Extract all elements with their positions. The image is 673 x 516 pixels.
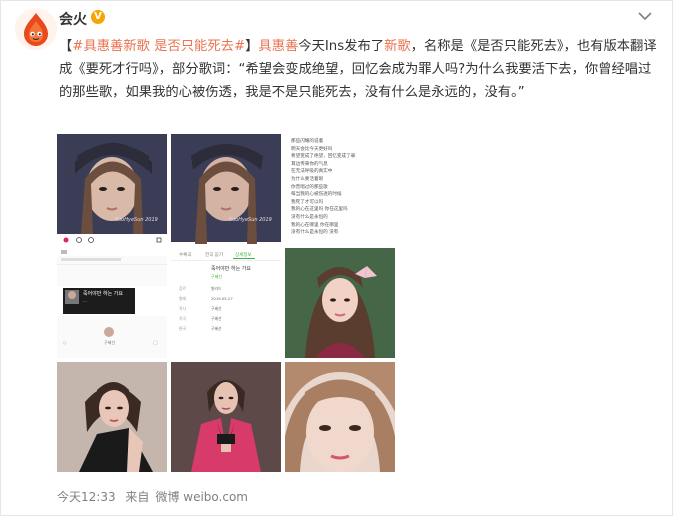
info-value: 2019.05.27 <box>211 296 233 301</box>
info-key: 작사 <box>179 306 186 311</box>
info-key: 편곡 <box>179 326 186 331</box>
lyrics-line: 我死了才可以吗 <box>291 199 324 205</box>
fire-mascot-icon <box>15 8 57 50</box>
lyrics-line: 每当我的心被伤透的时候 <box>291 192 342 198</box>
photo-caption-2: KooHyeSun 2019 <box>229 217 272 223</box>
info-value: 구혜선 <box>211 306 222 311</box>
info-value: 발라드 <box>211 286 222 291</box>
post-footer: 今天12:33 来自 微博 weibo.com <box>57 488 254 505</box>
tab-label-2: 전곡 듣기 <box>205 251 223 258</box>
hashtag-link-2[interactable]: 是否只能死去# <box>154 39 245 54</box>
thumbnail-6[interactable] <box>285 248 395 358</box>
portrait-photo-6 <box>285 362 395 472</box>
song-title-1: 죽어야만 하는 가요 <box>83 290 123 297</box>
thumbnail-2[interactable]: KooHyeSun 2019 <box>171 134 281 244</box>
new-song-link[interactable]: 新歌 <box>384 39 411 54</box>
source-prefix: 来自 <box>125 490 150 504</box>
lyrics-line: 没有什么是永恒的 没有 <box>291 230 339 236</box>
avatar[interactable] <box>15 8 57 50</box>
username[interactable]: 会火 <box>59 9 87 29</box>
music-app-screenshot-1: 죽어야만 하는 가요 ··· 구혜선 ◇ ▢ <box>57 248 167 358</box>
lyrics-line: 我的心在哪里 你在哪里 <box>291 222 339 228</box>
lyrics-line: 明天会比今天更好吗 <box>291 146 333 152</box>
info-key: 발매 <box>179 296 186 301</box>
lyrics-line: 你曾唱过的那些歌 <box>291 184 328 190</box>
verified-badge-icon: V <box>91 10 105 24</box>
portrait-photo-2: KooHyeSun 2019 <box>171 134 281 244</box>
lyrics-line: 在无法呼吸的真实中 <box>291 169 333 175</box>
lyrics-line: 那些闪耀的说着 <box>291 139 324 144</box>
lyrics-line: 没有什么是永恒的 <box>291 214 328 220</box>
portrait-photo-3 <box>285 248 395 358</box>
mention-link[interactable]: 具惠善 <box>258 39 298 54</box>
tab-label-1: 수록곡 <box>179 252 191 258</box>
lyrics-line: 希望变成了绝望，回忆变成了罪 <box>291 154 356 160</box>
bracket-open: 【 <box>59 39 73 54</box>
artist-name-1: 구혜선 <box>104 339 115 345</box>
thumbnail-3[interactable]: 那些闪耀的说着 明天会比今天更好吗 希望变成了绝望，回忆变成了罪 耳边传来你的气… <box>285 134 395 244</box>
image-grid: KooHyeSun 2019 KooHyeSun 2019 那些闪耀的说着 明天… <box>57 134 397 474</box>
thumbnail-5[interactable]: 수록곡 전곡 듣기 상세정보 죽어야만 하는 가요 구혜선 장르 발라드 발매 … <box>171 248 281 358</box>
weibo-post-card: 会火 V 【#具惠善新歌 是否只能死去#】具惠善今天Ins发布了新歌，名称是《是… <box>0 0 673 516</box>
lyrics-line: 为什么要活着呢 <box>291 176 324 182</box>
portrait-photo-1: KooHyeSun 2019 <box>57 134 167 244</box>
chevron-down-icon[interactable] <box>636 9 654 23</box>
svg-text:◇: ◇ <box>63 340 67 346</box>
artist-name-2: 구혜선 <box>211 273 222 279</box>
post-time[interactable]: 今天12:33 <box>57 490 116 504</box>
thumbnail-4[interactable]: 죽어야만 하는 가요 ··· 구혜선 ◇ ▢ <box>57 248 167 358</box>
portrait-photo-4 <box>57 362 167 472</box>
thumbnail-9[interactable] <box>285 362 395 472</box>
post-text: 【#具惠善新歌 是否只能死去#】具惠善今天Ins发布了新歌，名称是《是否只能死去… <box>59 35 659 104</box>
hashtag-link-1[interactable]: #具惠善新歌 <box>72 39 150 54</box>
lyrics-text: 那些闪耀的说着 明天会比今天更好吗 希望变成了绝望，回忆变成了罪 耳边传来你的气… <box>285 134 395 237</box>
thumbnail-8[interactable] <box>171 362 281 472</box>
svg-text:▢: ▢ <box>153 340 158 346</box>
info-key: 작곡 <box>179 316 186 321</box>
lyrics-line: 耳边传来你的气息 <box>291 161 328 167</box>
thumbnail-1[interactable]: KooHyeSun 2019 <box>57 134 167 244</box>
info-value: 구혜선 <box>211 326 222 331</box>
lyrics-line: 我的心在这里吗 你在这里吗 <box>291 207 348 213</box>
bracket-close: 】 <box>245 39 259 54</box>
svg-text:···: ··· <box>83 299 87 304</box>
info-value: 구혜선 <box>211 316 222 321</box>
song-title-2: 죽어야만 하는 가요 <box>211 265 251 272</box>
portrait-photo-5 <box>171 362 281 472</box>
photo-caption-1: KooHyeSun 2019 <box>115 217 158 223</box>
post-text-part1: 今天Ins发布了 <box>298 39 385 54</box>
music-app-screenshot-2: 수록곡 전곡 듣기 상세정보 죽어야만 하는 가요 구혜선 장르 발라드 발매 … <box>171 248 281 358</box>
source-link[interactable]: 微博 weibo.com <box>155 490 248 504</box>
info-key: 장르 <box>179 286 186 291</box>
thumbnail-7[interactable] <box>57 362 167 472</box>
tab-label-3: 상세정보 <box>235 251 252 258</box>
